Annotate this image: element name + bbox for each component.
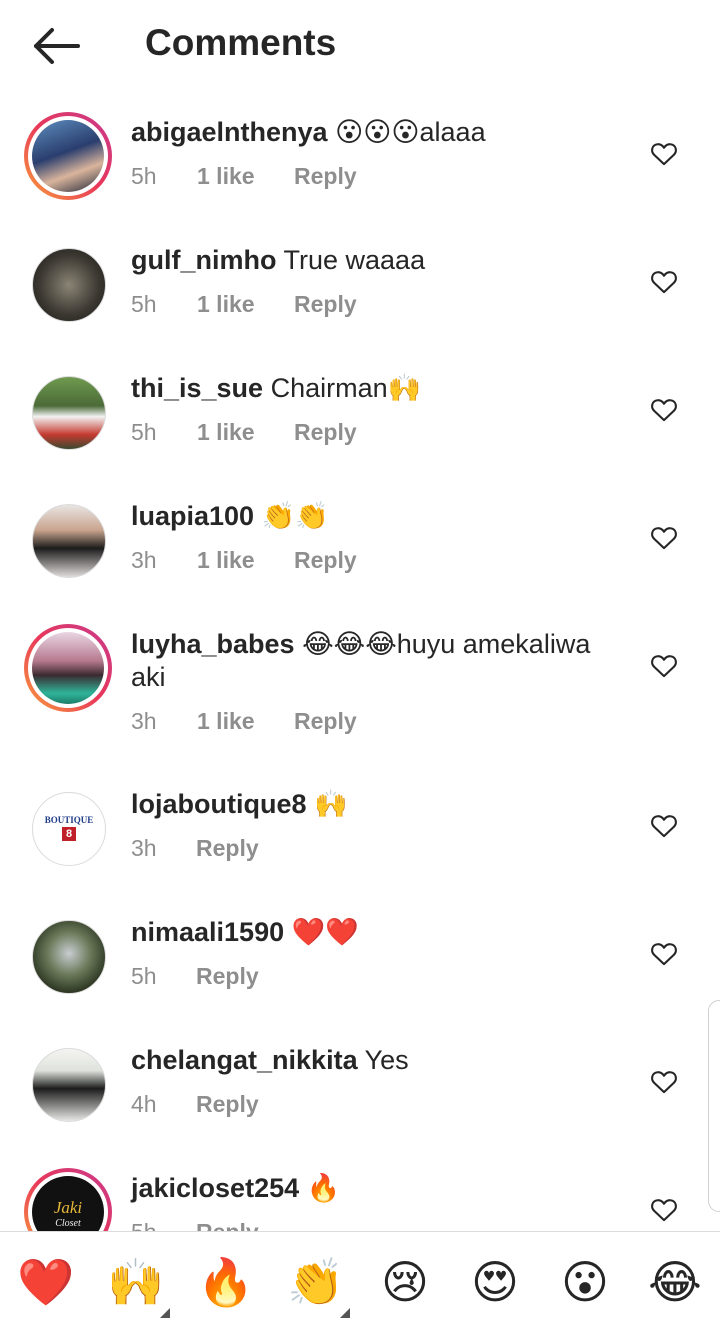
heart-eyes-emoji-button[interactable]: 😍 (467, 1254, 523, 1310)
skin-tone-indicator-icon (160, 1308, 170, 1318)
heart-outline-icon (651, 271, 677, 294)
like-comment-button[interactable] (650, 1196, 680, 1224)
comment-username[interactable]: chelangat_nikkita (131, 1045, 358, 1075)
raising-hands-emoji-button[interactable]: 🙌 (107, 1254, 164, 1310)
reply-button[interactable]: Reply (196, 1219, 259, 1231)
heart-outline-icon (651, 399, 677, 422)
skin-tone-indicator-icon (340, 1308, 350, 1318)
comment-likes[interactable]: 1 like (197, 163, 255, 190)
heart-outline-icon (651, 815, 677, 838)
avatar-brand-text: Jaki (53, 1198, 83, 1217)
comment-time: 5h (131, 1219, 157, 1231)
emoji-reaction-bar: ❤️ 🙌 🔥 👏 😢 😍 😮 😂 (0, 1231, 720, 1335)
page-title: Comments (145, 22, 337, 63)
crying-face-emoji-button[interactable]: 😢 (377, 1254, 433, 1310)
heart-outline-icon (651, 1071, 677, 1094)
comment-time: 3h (131, 547, 157, 573)
comment-username[interactable]: nimaali1590 (131, 917, 284, 947)
comment-username[interactable]: thi_is_sue (131, 373, 263, 403)
back-arrow-icon (34, 28, 80, 64)
heart-outline-icon (651, 1199, 677, 1222)
like-comment-button[interactable] (650, 812, 680, 840)
comment-text: 👏👏 (261, 501, 329, 531)
comment-text: Chairman🙌 (270, 373, 422, 403)
comment-likes[interactable]: 1 like (197, 547, 255, 574)
comment-username[interactable]: jakicloset254 (131, 1173, 299, 1203)
reply-button[interactable]: Reply (196, 1091, 259, 1118)
comment-time: 5h (131, 291, 157, 317)
avatar-brand-text: BOUTIQUE (44, 815, 94, 825)
heart-outline-icon (651, 655, 677, 678)
comment-text: ❤️❤️ (291, 917, 359, 947)
avatar[interactable] (32, 376, 106, 450)
avatar[interactable]: Jaki Closet (24, 1168, 112, 1231)
comment-likes[interactable]: 1 like (197, 291, 255, 318)
comment-username[interactable]: lojaboutique8 (131, 789, 307, 819)
comment-username[interactable]: luapia100 (131, 501, 254, 531)
comment-time: 5h (131, 963, 157, 989)
comment-username[interactable]: luyha_babes (131, 629, 295, 659)
red-heart-emoji-button[interactable]: ❤️ (17, 1254, 74, 1310)
comment-text: 🔥 (306, 1173, 341, 1203)
avatar[interactable]: BOUTIQUE 8 (32, 792, 106, 866)
avatar[interactable] (24, 624, 112, 712)
comment-time: 4h (131, 1091, 157, 1117)
header-bar: Comments (0, 0, 720, 90)
comment-text: True waaaa (283, 245, 426, 275)
like-comment-button[interactable] (650, 524, 680, 552)
comments-list[interactable]: abigaelnthenya 😮😮😮alaaa 5h 1 like Reply … (0, 100, 720, 1231)
reply-button[interactable]: Reply (294, 163, 357, 190)
tears-of-joy-emoji-button[interactable]: 😂 (647, 1254, 703, 1310)
heart-outline-icon (651, 943, 677, 966)
reply-button[interactable]: Reply (294, 419, 357, 446)
comment-likes[interactable]: 1 like (197, 708, 255, 735)
comment-text: Yes (364, 1045, 409, 1075)
like-comment-button[interactable] (650, 1068, 680, 1096)
avatar[interactable] (32, 920, 106, 994)
avatar[interactable] (24, 112, 112, 200)
fire-emoji-button[interactable]: 🔥 (197, 1254, 254, 1310)
comment-time: 3h (131, 835, 157, 861)
heart-outline-icon (651, 527, 677, 550)
comment-time: 5h (131, 419, 157, 445)
heart-outline-icon (651, 143, 677, 166)
reply-button[interactable]: Reply (294, 547, 357, 574)
reply-button[interactable]: Reply (196, 835, 259, 862)
avatar-brand-subtext: Closet (55, 1218, 81, 1229)
avatar[interactable] (32, 504, 106, 578)
reply-button[interactable]: Reply (196, 963, 259, 990)
avatar[interactable] (32, 1048, 106, 1122)
comment-username[interactable]: abigaelnthenya (131, 117, 328, 147)
comment-text: 😮😮😮alaaa (335, 117, 486, 147)
back-button[interactable] (30, 24, 82, 68)
clapping-hands-emoji-button[interactable]: 👏 (287, 1254, 344, 1310)
comment-text: 🙌 (314, 789, 348, 819)
surprised-face-emoji-button[interactable]: 😮 (557, 1254, 613, 1310)
like-comment-button[interactable] (650, 396, 680, 424)
reply-button[interactable]: Reply (294, 291, 357, 318)
like-comment-button[interactable] (650, 268, 680, 296)
comment-username[interactable]: gulf_nimho (131, 245, 276, 275)
comment-time: 5h (131, 163, 157, 189)
comment-time: 3h (131, 708, 157, 734)
scrollbar-handle[interactable] (708, 1000, 720, 1212)
like-comment-button[interactable] (650, 940, 680, 968)
like-comment-button[interactable] (650, 140, 680, 168)
avatar[interactable] (32, 248, 106, 322)
comment-likes[interactable]: 1 like (197, 419, 255, 446)
avatar-brand-number: 8 (62, 827, 76, 841)
like-comment-button[interactable] (650, 652, 680, 680)
reply-button[interactable]: Reply (294, 708, 357, 735)
